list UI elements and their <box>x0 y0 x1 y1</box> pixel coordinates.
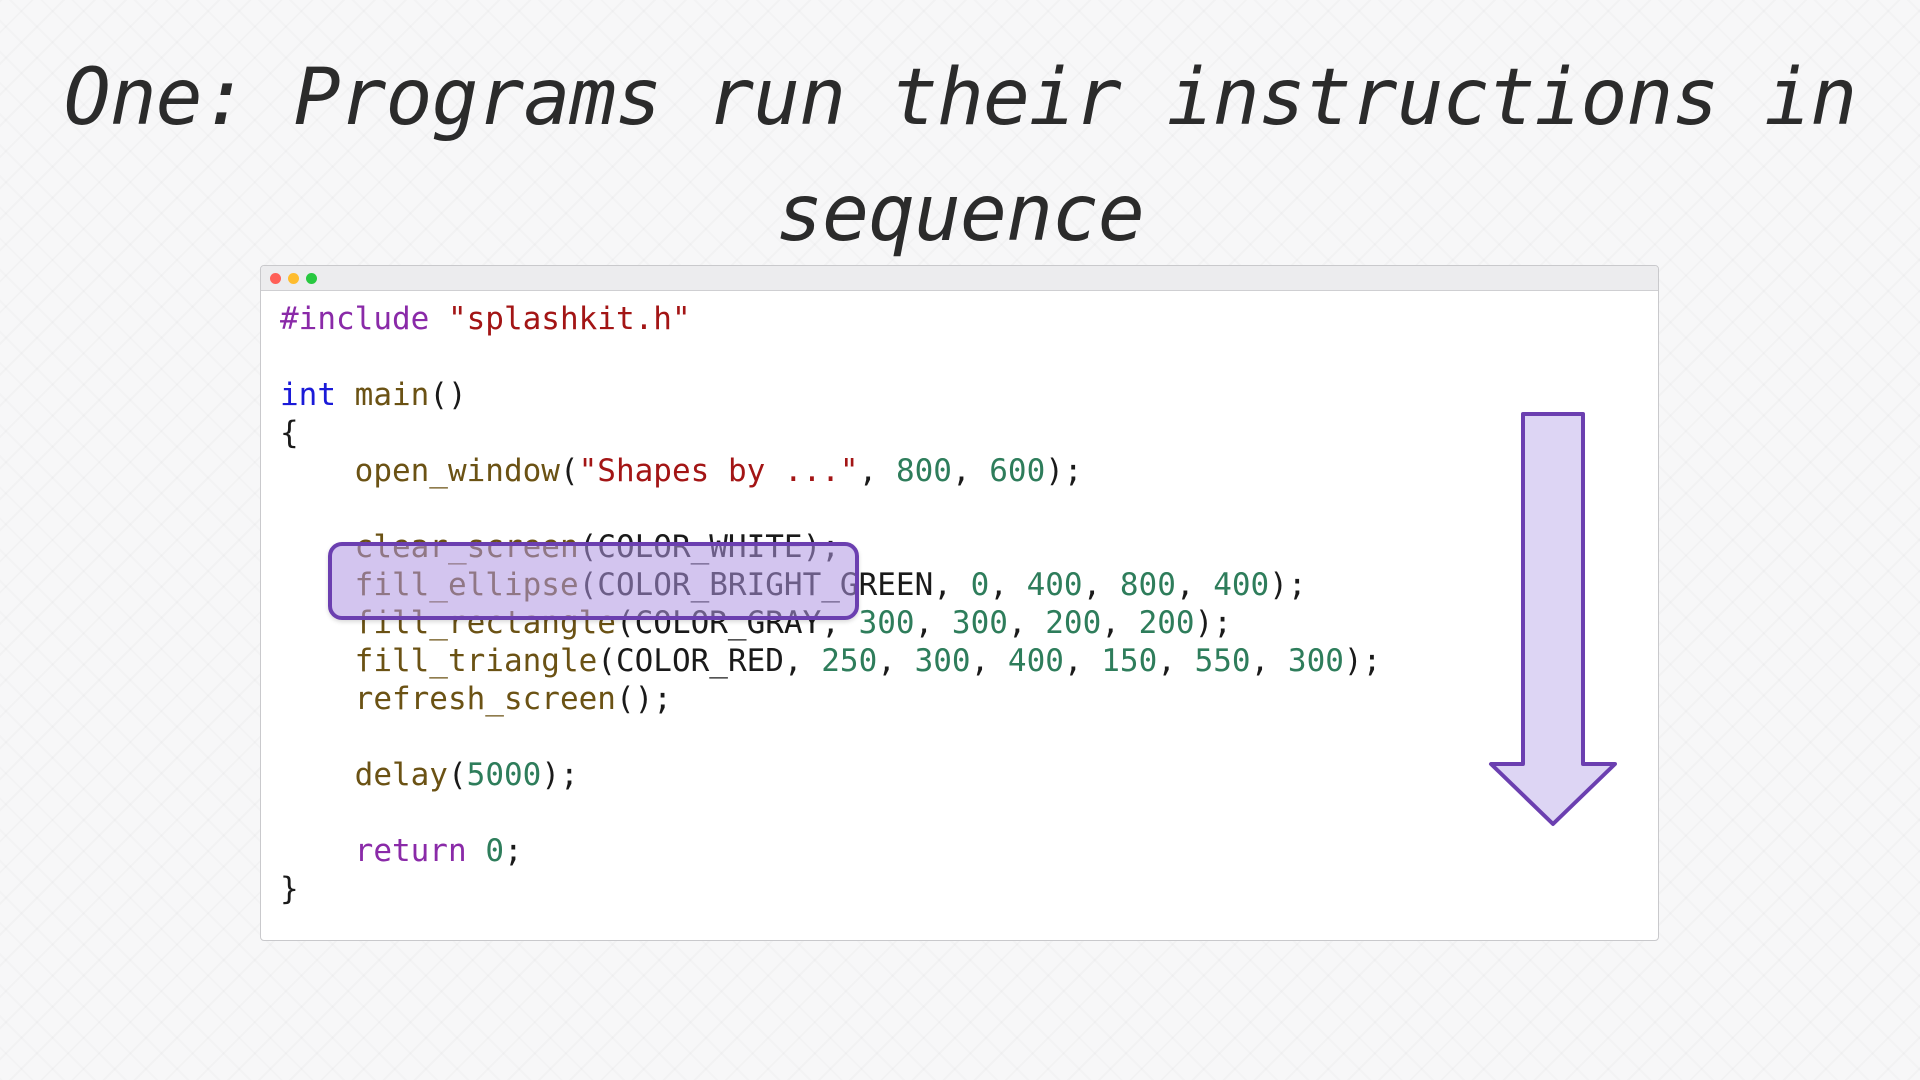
code-line: int main() <box>280 376 1381 414</box>
code-token-number: 800 <box>1119 567 1176 603</box>
code-token-number: 400 <box>1007 643 1064 679</box>
code-token-plain: ); <box>1269 567 1307 603</box>
code-token-number: 200 <box>1138 605 1195 641</box>
code-line: fill_triangle(COLOR_RED, 250, 300, 400, … <box>280 642 1382 680</box>
code-token-func: fill_triangle <box>354 643 598 679</box>
code-token-plain: , <box>970 643 1008 679</box>
code-token-string: "Shapes by ..." <box>578 453 859 489</box>
code-token-plain: ); <box>1194 605 1232 641</box>
code-token-directive: #include <box>280 301 448 337</box>
code-token-plain: { <box>280 415 299 451</box>
code-line: open_window("Shapes by ...", 800, 600); <box>280 452 1381 490</box>
code-token-plain: (COLOR_RED, <box>597 643 822 679</box>
code-token-number: 200 <box>1045 605 1102 641</box>
code-token-plain: , <box>914 605 952 641</box>
code-token-string: "splashkit.h" <box>447 301 691 337</box>
window-titlebar <box>261 266 1658 291</box>
zoom-window-icon[interactable] <box>306 273 317 284</box>
code-token-func: delay <box>354 757 448 793</box>
current-instruction-highlight <box>328 542 859 620</box>
code-token-number: 550 <box>1194 643 1251 679</box>
code-token-number: 600 <box>989 453 1046 489</box>
code-token-number: 800 <box>895 453 952 489</box>
code-token-plain: , <box>1250 643 1288 679</box>
code-token-plain: } <box>280 871 299 907</box>
code-line: return 0; <box>280 832 1381 870</box>
code-token-number: 250 <box>821 643 878 679</box>
code-token-plain: , <box>951 453 990 489</box>
code-token-number: 5000 <box>466 757 542 793</box>
code-token-number: 300 <box>951 605 1008 641</box>
code-token-number: 300 <box>1287 643 1344 679</box>
code-token-func: main <box>354 377 430 413</box>
slide-title-line-2: sequence <box>776 169 1145 259</box>
minimize-window-icon[interactable] <box>288 273 299 284</box>
code-token-plain: , <box>1007 605 1046 641</box>
close-window-icon[interactable] <box>270 273 281 284</box>
code-token-plain: ( <box>559 453 579 489</box>
code-token-plain: , <box>1101 605 1139 641</box>
code-token-plain: , <box>1082 567 1120 603</box>
code-token-return: return <box>354 833 467 869</box>
code-token-number: 0 <box>485 833 504 869</box>
code-token-plain: , <box>1175 567 1214 603</box>
slide-title-line-1: One: Programs run their instructions in <box>63 53 1857 143</box>
code-token-plain: ); <box>1343 643 1382 679</box>
code-token-plain: ( <box>447 757 467 793</box>
code-token-plain: ); <box>1045 453 1083 489</box>
code-token-plain: (); <box>615 681 672 717</box>
code-line: refresh_screen(); <box>280 680 1381 718</box>
code-token-number: 300 <box>914 643 971 679</box>
code-token-plain: , <box>1063 643 1102 679</box>
code-token-keyword: int <box>280 377 336 413</box>
code-token-number: 150 <box>1101 643 1158 679</box>
code-token-plain: , <box>858 453 896 489</box>
code-token-plain: () <box>429 377 467 413</box>
code-token-plain: , <box>989 567 1027 603</box>
code-line: #include "splashkit.h" <box>280 300 1381 338</box>
code-token-plain: ); <box>541 757 579 793</box>
code-token-plain: , <box>877 643 915 679</box>
code-token-func: open_window <box>354 453 560 489</box>
slide-title: One: Programs run their instructions in … <box>60 40 1860 272</box>
code-token-plain: , <box>1157 643 1195 679</box>
code-token-number: 300 <box>858 605 915 641</box>
code-token-func: refresh_screen <box>354 681 616 717</box>
code-token-number: 0 <box>970 567 990 603</box>
code-line: { <box>280 414 1381 452</box>
code-token-plain: ; <box>503 833 523 869</box>
code-token-number: 400 <box>1026 567 1083 603</box>
down-arrow-icon <box>1489 412 1617 826</box>
code-line: delay(5000); <box>280 756 1381 794</box>
code-token-number: 400 <box>1213 567 1270 603</box>
code-line: } <box>280 870 1381 908</box>
